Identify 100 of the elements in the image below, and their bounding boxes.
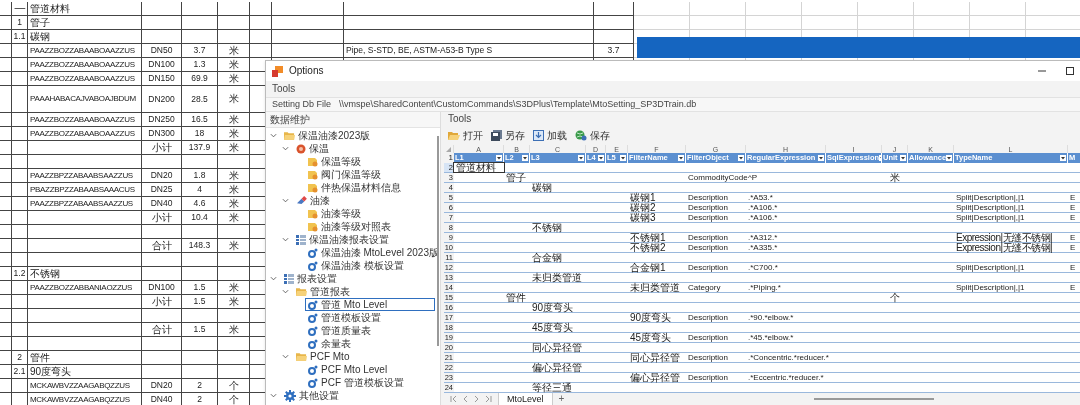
last-sheet-icon[interactable] [485,396,492,402]
table-cell [218,16,250,30]
dropdown-icon[interactable] [1060,155,1066,161]
tree-item[interactable]: 余量表 [305,337,352,350]
document-icon [308,182,318,193]
table-cell-text: 同心异径管 [531,343,583,352]
tree-item[interactable]: 油漆等级 [305,207,362,220]
tree-item[interactable]: 油漆 [293,194,331,207]
toolbar-button[interactable]: 加载 [533,127,567,144]
table-cell-text: E [1069,233,1077,242]
chevron-icon[interactable] [270,275,277,282]
chevron-icon[interactable] [270,392,277,399]
dropdown-icon[interactable] [578,155,584,161]
folder-icon [296,286,307,297]
dropdown-icon[interactable] [522,155,528,161]
tree-item[interactable]: 油漆等级对照表 [305,220,392,233]
dropdown-icon[interactable] [598,155,604,161]
table-cell-text: 碳钢2 [629,203,657,212]
table-cell-text: Description [687,333,729,342]
tree-item[interactable]: 保温油漆报表设置 [293,233,390,246]
gear-icon [308,338,318,349]
sheet-tab[interactable]: MtoLevel [498,393,553,405]
table-cell [182,225,218,239]
table-cell: DN200 [142,86,182,113]
tree-item[interactable]: PCF 管道模板设置 [305,376,405,389]
tree-item[interactable]: 管道 Mto Level [305,298,435,311]
tree-item[interactable]: 保温 [293,142,330,155]
table-cell: 小计 [142,211,182,225]
add-sheet-button[interactable]: + [558,394,565,404]
tree-item[interactable]: 管道模板设置 [305,311,382,324]
maximize-icon[interactable] [1066,67,1074,75]
download-icon [533,130,544,141]
table-cell-text: Split|Description|,|1 [955,263,1026,272]
dropdown-icon[interactable] [678,155,684,161]
toolbar-button[interactable]: 另存 [491,127,525,144]
table-cell-text: .*45.*elbow.* [747,333,795,342]
table-cell: 米 [218,127,250,141]
table-cell: 米 [218,197,250,211]
row-number: 1 [448,154,453,162]
tree-item[interactable]: 保温等级 [305,155,362,168]
table-cell: DN150 [142,72,182,86]
table-cell: 3.7 [182,44,218,58]
table-cell-text: Split|Description|,|1 [955,203,1026,212]
next-sheet-icon[interactable] [474,396,479,402]
dropdown-icon[interactable] [900,155,906,161]
table-cell-text: .*A106.* [747,213,779,222]
scrollbar[interactable] [437,136,439,346]
table-cell: 1.8 [182,169,218,183]
path-field[interactable]: \\vmspe\SharedContent\CustomCommands\S3DPlus\Template\MtoSetting_SP3DTrain.db [339,100,697,109]
table-cell [272,2,344,16]
toolbar-button[interactable]: 打开 [448,127,483,144]
gear-icon [308,260,318,271]
table-cell-text: .*A335.* [747,243,779,252]
table-cell: 2.1 [12,365,28,379]
table-cell: 个 [218,379,250,393]
first-sheet-icon[interactable] [450,396,457,402]
gear-icon [308,299,318,310]
table-cell [970,2,1026,16]
table-cell: 不锈钢 [28,267,142,281]
table-cell [182,337,218,351]
dropdown-icon[interactable] [818,155,824,161]
chevron-icon[interactable] [282,288,289,295]
tree-item[interactable]: 管道质量表 [305,324,372,337]
chevron-icon[interactable] [282,236,289,243]
tree-item[interactable]: 伴热保温材料信息 [305,181,402,194]
chevron-icon[interactable] [282,145,289,152]
toolbar-button[interactable]: 保存 [575,127,610,144]
tree-item[interactable]: 其他设置 [281,389,340,402]
table-cell: PBAZZBPZZABAABSAAACUS [28,183,142,197]
minimize-icon[interactable] [1038,67,1046,75]
dropdown-icon[interactable] [738,155,744,161]
dropdown-icon[interactable] [496,155,502,161]
chevron-icon[interactable] [282,353,289,360]
tree-item[interactable]: PCF Mto Level [305,363,389,376]
tree-item[interactable]: 管道报表 [293,285,351,298]
menu-item[interactable]: Tools [272,84,296,94]
table-cell: PAAZZBOZZABAABOAAZZUS [28,127,142,141]
table-cell [12,281,28,295]
tree-item[interactable]: PCF Mto [293,350,351,363]
table-cell [142,351,182,365]
tree-item[interactable]: 报表设置 [281,272,338,285]
table-cell-text: Split|Description|,|1 [955,283,1026,292]
tree-item[interactable]: 保温油漆 模板设置 [305,259,405,272]
chevron-icon[interactable] [270,132,277,139]
panel-title: Tools [448,114,472,124]
table-cell-text: Description [687,243,729,252]
previous-sheet-icon[interactable] [463,396,468,402]
tree-item[interactable]: 保温油漆2023版 [281,129,372,142]
tree-item[interactable]: 阀门保温等级 [305,168,382,181]
folder-icon [448,130,460,141]
scrollbar[interactable] [814,398,934,400]
chevron-icon[interactable] [282,197,289,204]
table-cell [802,2,858,16]
dropdown-icon[interactable] [946,155,953,161]
table-cell-text: Description [687,263,729,272]
table-cell-text: Description [687,213,729,222]
table-cell: DN50 [142,44,182,58]
table-cell [182,267,218,281]
dropdown-icon[interactable] [620,155,626,161]
corner-icon[interactable] [446,146,451,152]
